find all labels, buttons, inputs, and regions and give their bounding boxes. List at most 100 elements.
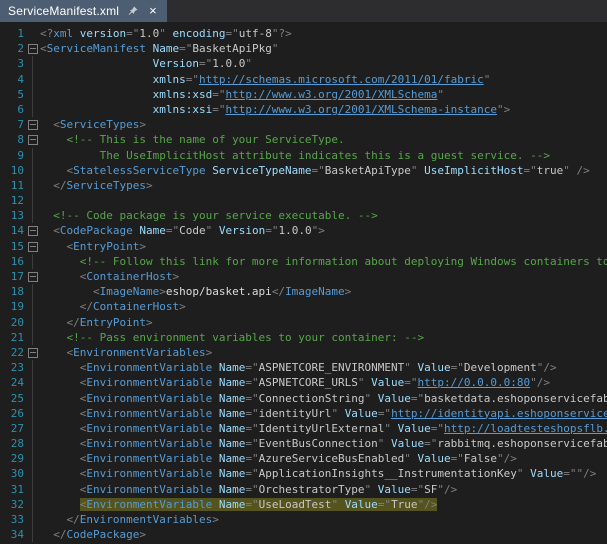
fold-guide <box>32 391 33 406</box>
token: > <box>146 316 153 329</box>
token: =" <box>404 376 417 389</box>
code-text: xmlns:xsi="http://www.w3.org/2001/XMLSch… <box>40 102 607 117</box>
token: " <box>384 422 397 435</box>
code-line[interactable]: 4 xmlns="http://schemas.microsoft.com/20… <box>0 72 607 87</box>
code-line[interactable]: 21 <!-- Pass environment variables to yo… <box>0 330 607 345</box>
token: identityUrl <box>259 407 332 420</box>
tokens: </EntryPoint> <box>67 316 153 329</box>
code-line[interactable]: 23 <EnvironmentVariable Name="ASPNETCORE… <box>0 360 607 375</box>
code-line[interactable]: 19 </ContainerHost> <box>0 299 607 314</box>
token: Name <box>219 498 246 511</box>
fold-guide <box>32 178 33 193</box>
indent-spaces <box>40 103 153 116</box>
url-link[interactable]: http://0.0.0.0:80 <box>418 376 531 389</box>
url-link[interactable]: http://identityapi.eshoponservicefabric:… <box>391 407 607 420</box>
fold-collapse-button[interactable] <box>28 120 38 130</box>
indent-spaces <box>40 270 80 283</box>
tab-servicemanifest[interactable]: ServiceManifest.xml × <box>0 0 167 22</box>
code-line[interactable]: 18 <ImageName>eshop/basket.api</ImageNam… <box>0 284 607 299</box>
indent-spaces <box>40 407 80 420</box>
code-line[interactable]: 17 <ContainerHost> <box>0 269 607 284</box>
code-line[interactable]: 29 <EnvironmentVariable Name="AzureServi… <box>0 451 607 466</box>
code-line[interactable]: 28 <EnvironmentVariable Name="EventBusCo… <box>0 436 607 451</box>
line-number: 25 <box>0 391 24 406</box>
code-line[interactable]: 30 <EnvironmentVariable Name="Applicatio… <box>0 466 607 481</box>
token: Name <box>219 467 246 480</box>
fold-guide <box>32 102 33 117</box>
code-text: <!-- Follow this link for more informati… <box>40 254 607 269</box>
code-line[interactable]: 8 <!-- This is the name of your ServiceT… <box>0 132 607 147</box>
line-number: 8 <box>0 132 24 147</box>
fold-guide <box>32 406 33 421</box>
url-link[interactable]: http://www.w3.org/2001/XMLSchema <box>225 88 437 101</box>
token: =" <box>212 103 225 116</box>
code-line[interactable]: 27 <EnvironmentVariable Name="IdentityUr… <box>0 421 607 436</box>
code-line[interactable]: 34 </CodePackage> <box>0 527 607 542</box>
close-icon[interactable]: × <box>147 5 159 17</box>
code-line[interactable]: 11 </ServiceTypes> <box>0 178 607 193</box>
token: Code <box>179 224 206 237</box>
code-line[interactable]: 2<ServiceManifest Name="BasketApiPkg" <box>0 41 607 56</box>
code-text: <EnvironmentVariable Name="ConnectionStr… <box>40 391 607 406</box>
token: <!-- Follow this link for more informati… <box>80 255 607 268</box>
code-line[interactable]: 24 <EnvironmentVariable Name="ASPNETCORE… <box>0 375 607 390</box>
code-text: <EnvironmentVariable Name="EventBusConne… <box>40 436 607 451</box>
code-line[interactable]: 1<?xml version="1.0" encoding="utf-8"?> <box>0 26 607 41</box>
code-line[interactable]: 14 <CodePackage Name="Code" Version="1.0… <box>0 223 607 238</box>
code-line[interactable]: 13 <!-- Code package is your service exe… <box>0 208 607 223</box>
code-line[interactable]: 12 <box>0 193 607 208</box>
token: =" <box>431 422 444 435</box>
indent-spaces <box>40 57 153 70</box>
line-number: 27 <box>0 421 24 436</box>
fold-collapse-button[interactable] <box>28 348 38 358</box>
code-line[interactable]: 6 xmlns:xsi="http://www.w3.org/2001/XMLS… <box>0 102 607 117</box>
token: Value <box>418 361 451 374</box>
code-line[interactable]: 5 xmlns:xsd="http://www.w3.org/2001/XMLS… <box>0 87 607 102</box>
code-line[interactable]: 26 <EnvironmentVariable Name="identityUr… <box>0 406 607 421</box>
fold-guide <box>32 56 33 71</box>
token: IdentityUrlExternal <box>259 422 385 435</box>
fold-collapse-button[interactable] <box>28 135 38 145</box>
url-link[interactable]: http://schemas.microsoft.com/2011/01/fab… <box>199 73 484 86</box>
indent-spaces <box>40 361 80 374</box>
token: EnvironmentVariable <box>86 483 218 496</box>
line-number: 12 <box>0 193 24 208</box>
code-line[interactable]: 15 <EntryPoint> <box>0 239 607 254</box>
code-line[interactable]: 7 <ServiceTypes> <box>0 117 607 132</box>
fold-column <box>27 497 40 512</box>
code-line[interactable]: 20 </EntryPoint> <box>0 315 607 330</box>
url-link[interactable]: http://loadtesteshopsflb.westeurope.clou… <box>444 422 607 435</box>
token: Development <box>464 361 537 374</box>
code-line[interactable]: 9 The UseImplicitHost attribute indicate… <box>0 148 607 163</box>
code-line[interactable]: 3 Version="1.0.0" <box>0 56 607 71</box>
fold-collapse-button[interactable] <box>28 272 38 282</box>
fold-column <box>27 466 40 481</box>
code-line[interactable]: 10 <StatelessServiceType ServiceTypeName… <box>0 163 607 178</box>
token: =" <box>245 483 258 496</box>
code-line[interactable]: 25 <EnvironmentVariable Name="Connection… <box>0 391 607 406</box>
code-line[interactable]: 33 </EnvironmentVariables> <box>0 512 607 527</box>
code-text: </EntryPoint> <box>40 315 607 330</box>
token: " <box>331 407 344 420</box>
token: <!-- Pass environment variables to your … <box>67 331 425 344</box>
fold-collapse-button[interactable] <box>28 242 38 252</box>
fold-guide <box>32 436 33 451</box>
token: ServiceManifest <box>47 42 153 55</box>
url-link[interactable]: http://www.w3.org/2001/XMLSchema-instanc… <box>225 103 497 116</box>
pin-icon[interactable] <box>127 5 139 17</box>
token: "/> <box>418 498 438 511</box>
fold-collapse-button[interactable] <box>28 226 38 236</box>
code-editor[interactable]: 1<?xml version="1.0" encoding="utf-8"?>2… <box>0 22 607 542</box>
code-line[interactable]: 32 <EnvironmentVariable Name="UseLoadTes… <box>0 497 607 512</box>
fold-column <box>27 345 40 360</box>
token: " /> <box>563 164 590 177</box>
fold-collapse-button[interactable] <box>28 44 38 54</box>
token: Value <box>378 392 411 405</box>
code-line[interactable]: 31 <EnvironmentVariable Name="Orchestrat… <box>0 482 607 497</box>
code-line[interactable]: 22 <EnvironmentVariables> <box>0 345 607 360</box>
indent-spaces <box>40 467 80 480</box>
code-line[interactable]: 16 <!-- Follow this link for more inform… <box>0 254 607 269</box>
indent-spaces <box>40 73 153 86</box>
code-text: <ContainerHost> <box>40 269 607 284</box>
token: > <box>159 285 166 298</box>
